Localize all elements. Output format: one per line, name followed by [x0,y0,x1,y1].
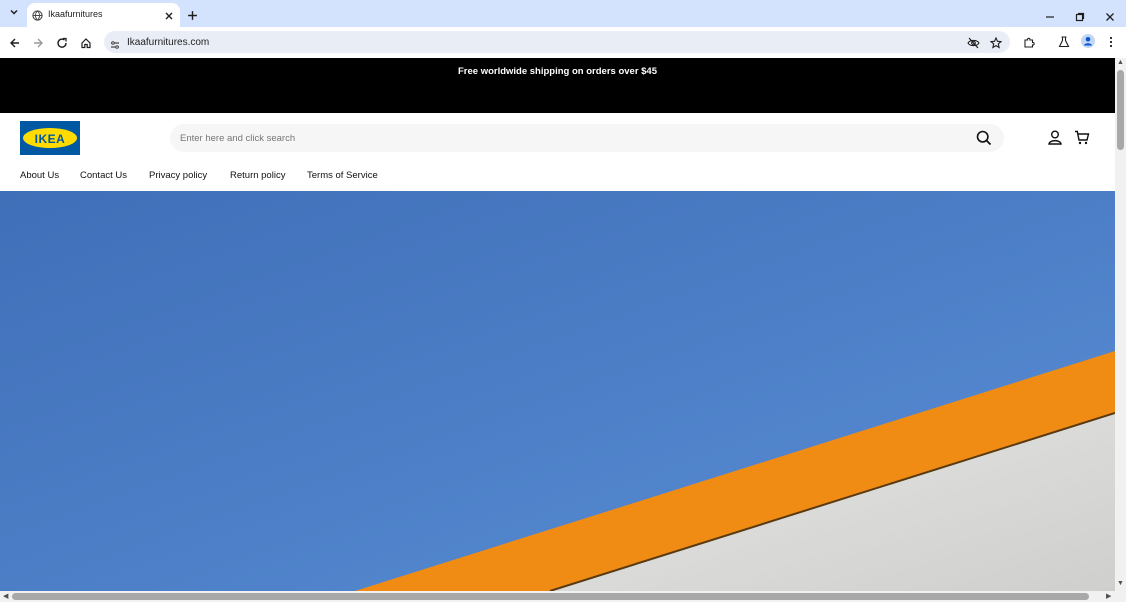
cart-icon[interactable] [1074,130,1090,145]
browser-tab[interactable]: Ikaafurnitures [27,3,180,27]
back-icon[interactable] [9,36,21,54]
minimize-icon[interactable] [1045,9,1055,27]
browser-menu-icon[interactable] [1106,35,1116,53]
hero-image [0,191,1115,591]
nav-link-about-us[interactable]: About Us [20,170,59,181]
browser-tabstrip: Ikaafurnitures [0,0,1126,27]
restore-icon[interactable] [1075,9,1085,27]
bookmark-star-icon[interactable] [989,36,1003,54]
scroll-left-arrow-icon[interactable]: ◀ [3,592,8,600]
extensions-icon[interactable] [1023,35,1035,53]
store-logo[interactable]: IKEA [20,121,80,155]
scroll-down-arrow-icon[interactable]: ▼ [1117,580,1124,587]
horizontal-scroll-thumb[interactable] [12,593,1089,600]
close-tab-icon[interactable] [164,8,174,26]
nav-link-terms-of-service[interactable]: Terms of Service [307,170,378,181]
hero-illustration [0,191,1115,591]
account-icon[interactable] [1048,130,1062,145]
vertical-scroll-thumb[interactable] [1117,70,1124,150]
tab-title: Ikaafurnitures [48,9,103,19]
close-window-icon[interactable] [1105,9,1115,27]
search-icon[interactable] [976,130,992,146]
eye-off-icon[interactable] [967,36,980,54]
tab-list-chevron-icon[interactable] [6,6,22,22]
horizontal-scrollbar[interactable]: ◀ ▶ [0,591,1126,602]
scroll-up-arrow-icon[interactable]: ▲ [1117,59,1124,66]
forward-icon[interactable] [32,36,44,54]
web-page: Free worldwide shipping on orders over $… [0,58,1115,591]
labs-flask-icon[interactable] [1058,35,1070,53]
browser-toolbar: Ikaafurnitures.com [0,27,1126,58]
profile-avatar-icon[interactable] [1081,34,1095,53]
search-bar [170,124,1004,152]
site-settings-icon[interactable] [110,37,120,55]
announcement-bar: Free worldwide shipping on orders over $… [0,58,1115,113]
nav-link-privacy-policy[interactable]: Privacy policy [149,170,207,181]
nav-link-contact-us[interactable]: Contact Us [80,170,127,181]
globe-icon [32,8,43,26]
new-tab-icon[interactable] [187,8,198,26]
reload-icon[interactable] [56,36,68,54]
vertical-scrollbar[interactable]: ▲ ▼ [1115,58,1126,591]
announcement-text: Free worldwide shipping on orders over $… [457,66,658,77]
url-text: Ikaafurnitures.com [127,37,210,48]
logo-text: IKEA [34,132,66,146]
nav-link-return-policy[interactable]: Return policy [230,170,285,181]
address-bar[interactable]: Ikaafurnitures.com [104,31,1010,53]
home-icon[interactable] [80,36,92,54]
search-input[interactable] [180,124,960,152]
scroll-right-arrow-icon[interactable]: ▶ [1106,592,1111,600]
